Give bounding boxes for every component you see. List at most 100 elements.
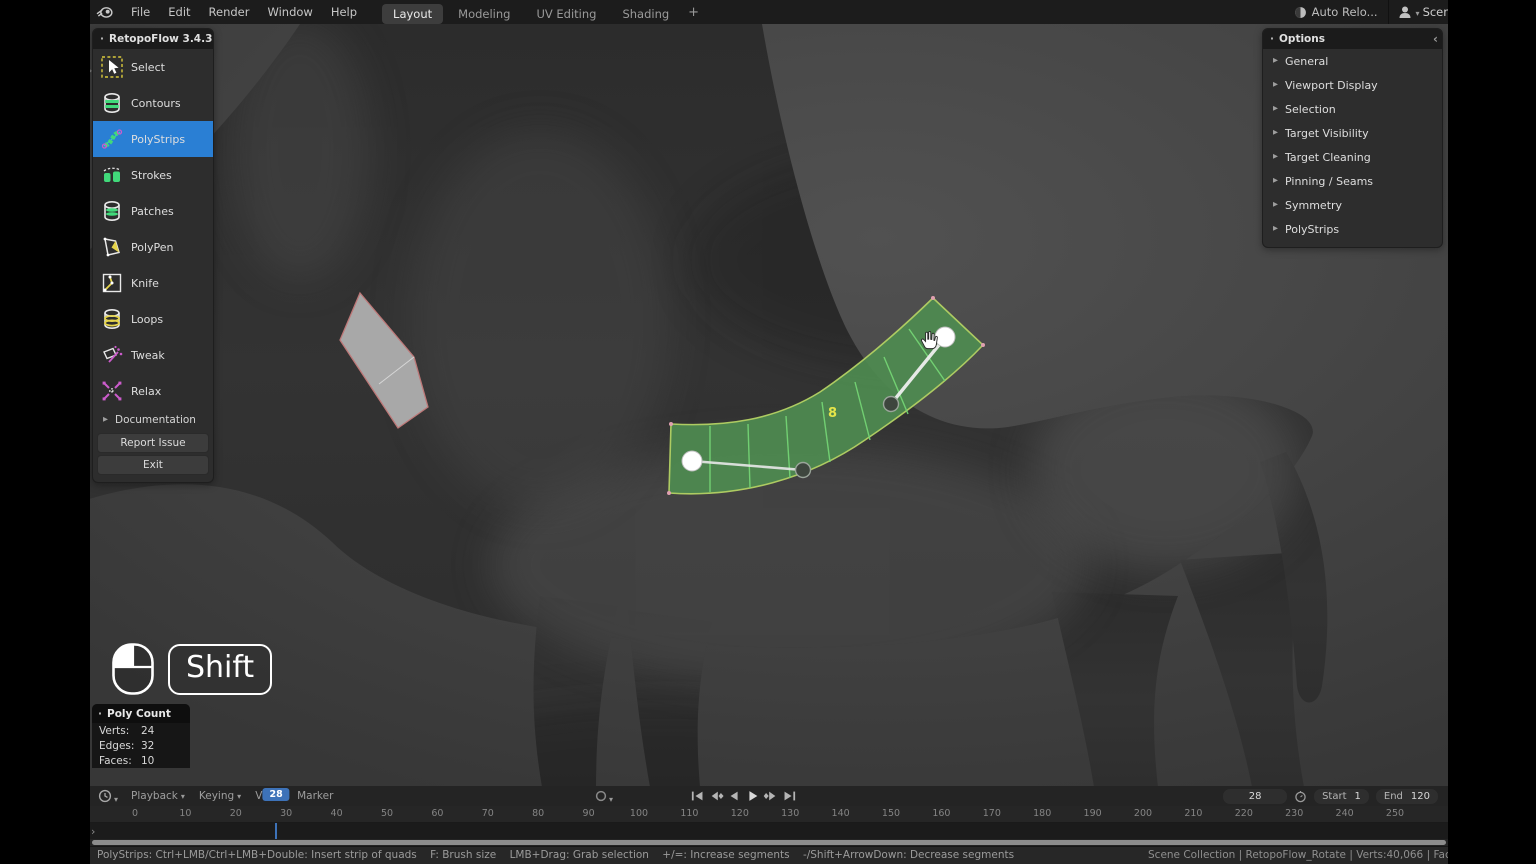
options-item-viewport-display[interactable]: Viewport Display — [1263, 73, 1442, 97]
tool-patches[interactable]: Patches — [93, 193, 213, 229]
options-item-general[interactable]: General — [1263, 49, 1442, 73]
tool-polystrips[interactable]: PolyStrips — [93, 121, 213, 157]
options-item-target-cleaning[interactable]: Target Cleaning — [1263, 145, 1442, 169]
timeline-scrollbar[interactable] — [90, 839, 1448, 846]
poly-count-header[interactable]: Poly Count — [92, 704, 190, 723]
transport-play-reverse[interactable] — [726, 789, 743, 803]
topbar-divider — [1388, 0, 1389, 24]
workspace-tab-modeling[interactable]: Modeling — [447, 4, 521, 24]
blender-logo-icon — [96, 4, 114, 20]
tool-label: Contours — [131, 97, 181, 110]
transport-prev-keyframe[interactable] — [708, 789, 725, 803]
tool-label: Knife — [131, 277, 159, 290]
tool-panel-header[interactable]: RetopoFlow 3.4.3 — [93, 29, 213, 49]
ruler-tick-220: 220 — [1235, 808, 1253, 819]
timeline-scrollbar-thumb[interactable] — [92, 840, 1446, 845]
strip-end-handle-left[interactable] — [682, 451, 702, 471]
options-item-pinning-seams[interactable]: Pinning / Seams — [1263, 169, 1442, 193]
timeline-menu-marker[interactable]: Marker — [290, 790, 343, 802]
timeline-channels[interactable]: › — [90, 823, 1448, 839]
tool-knife[interactable]: Knife — [93, 265, 213, 301]
tool-icon — [100, 343, 124, 367]
tool-icon — [100, 235, 124, 259]
tool-strokes[interactable]: Strokes — [93, 157, 213, 193]
keymap-hints: PolyStrips: Ctrl+LMB/Ctrl+LMB+Double: In… — [97, 849, 1014, 861]
record-circle-icon — [595, 790, 607, 802]
menu-render[interactable]: Render — [200, 0, 259, 24]
documentation-expander[interactable]: Documentation — [93, 409, 213, 431]
ruler-tick-170: 170 — [983, 808, 1001, 819]
blender-window: FileEditRenderWindowHelp LayoutModelingU… — [90, 0, 1448, 864]
tool-icon — [100, 163, 124, 187]
options-item-target-visibility[interactable]: Target Visibility — [1263, 121, 1442, 145]
tool-icon — [100, 307, 124, 331]
viewport-3d[interactable]: › — [90, 24, 1448, 786]
workspace-tab-layout[interactable]: Layout — [382, 4, 443, 24]
timeline-clock-icon — [98, 789, 112, 803]
ruler-tick-180: 180 — [1033, 808, 1051, 819]
poly-count-edges: Edges: 32 — [92, 738, 190, 753]
playhead-badge[interactable]: 28 — [262, 788, 289, 801]
ruler-tick-0: 0 — [132, 808, 138, 819]
ruler-tick-120: 120 — [731, 808, 749, 819]
frame-end-field[interactable]: End 120 — [1376, 789, 1438, 804]
tool-select[interactable]: Select — [93, 49, 213, 85]
strip-inner-handle-2[interactable] — [884, 397, 899, 412]
tool-relax[interactable]: Relax — [93, 373, 213, 409]
ruler-tick-10: 10 — [179, 808, 191, 819]
menu-file[interactable]: File — [122, 0, 159, 24]
scene-selector[interactable]: Scer — [1397, 5, 1448, 19]
tool-icon — [100, 271, 124, 295]
workspace-tab-uv-editing[interactable]: UV Editing — [525, 4, 607, 24]
ruler-tick-230: 230 — [1285, 808, 1303, 819]
frame-start-field[interactable]: Start 1 — [1314, 789, 1369, 804]
timeline-menu-playback[interactable]: Playback — [124, 790, 192, 802]
timeline-menu-keying[interactable]: Keying — [192, 790, 248, 802]
transport-next-keyframe[interactable] — [762, 789, 779, 803]
tool-contours[interactable]: Contours — [93, 85, 213, 121]
options-item-selection[interactable]: Selection — [1263, 97, 1442, 121]
menu-window[interactable]: Window — [258, 0, 321, 24]
tool-label: PolyStrips — [131, 133, 185, 146]
panel-collapse-icon[interactable]: ‹ — [1433, 32, 1438, 46]
tool-polypen[interactable]: PolyPen — [93, 229, 213, 265]
transport-jump-end[interactable] — [780, 789, 797, 803]
current-frame-field[interactable]: 28 — [1223, 789, 1287, 804]
auto-reload-indicator[interactable]: Auto Relo... — [1294, 5, 1388, 19]
add-workspace-button[interactable]: + — [680, 5, 707, 20]
ruler-tick-60: 60 — [431, 808, 443, 819]
tool-tweak[interactable]: Tweak — [93, 337, 213, 373]
strip-end-handle-right[interactable] — [935, 327, 955, 347]
ruler-tick-140: 140 — [832, 808, 850, 819]
workspace-tab-shading[interactable]: Shading — [611, 4, 680, 24]
transport-jump-start[interactable] — [690, 789, 707, 803]
options-item-symmetry[interactable]: Symmetry — [1263, 193, 1442, 217]
strip-inner-handle-1[interactable] — [796, 463, 811, 478]
ruler-tick-40: 40 — [331, 808, 343, 819]
report-issue-button[interactable]: Report Issue — [97, 433, 209, 453]
menu-help[interactable]: Help — [322, 0, 366, 24]
poly-count-panel: Poly Count Verts: 24 Edges: 32 Faces: 10 — [92, 704, 190, 768]
tool-loops[interactable]: Loops — [93, 301, 213, 337]
auto-keying-toggle[interactable] — [595, 787, 613, 806]
poly-count-verts: Verts: 24 — [92, 723, 190, 738]
ruler-tick-90: 90 — [583, 808, 595, 819]
options-item-polystrips[interactable]: PolyStrips — [1263, 217, 1442, 241]
ruler-tick-250: 250 — [1386, 808, 1404, 819]
tool-icon — [100, 55, 124, 79]
app-menus: FileEditRenderWindowHelp — [122, 0, 366, 24]
tool-icon — [100, 127, 124, 151]
workspace-tabs: LayoutModelingUV EditingShading — [382, 0, 680, 24]
ruler-tick-110: 110 — [680, 808, 698, 819]
timeline-ruler[interactable]: 0 10 20 30 40 50 60 70 80 90 100 11 — [90, 806, 1448, 823]
options-panel-header[interactable]: Options ‹ — [1263, 29, 1442, 49]
channel-expand-icon[interactable]: › — [91, 825, 95, 838]
tool-label: Patches — [131, 205, 174, 218]
scene-caret-icon — [1416, 5, 1420, 19]
transport-play[interactable] — [744, 789, 761, 803]
shift-key-hint: Shift — [168, 644, 272, 695]
top-menu-bar: FileEditRenderWindowHelp LayoutModelingU… — [90, 0, 1448, 24]
exit-button[interactable]: Exit — [97, 455, 209, 475]
menu-edit[interactable]: Edit — [159, 0, 199, 24]
editor-type-button[interactable] — [90, 787, 124, 806]
